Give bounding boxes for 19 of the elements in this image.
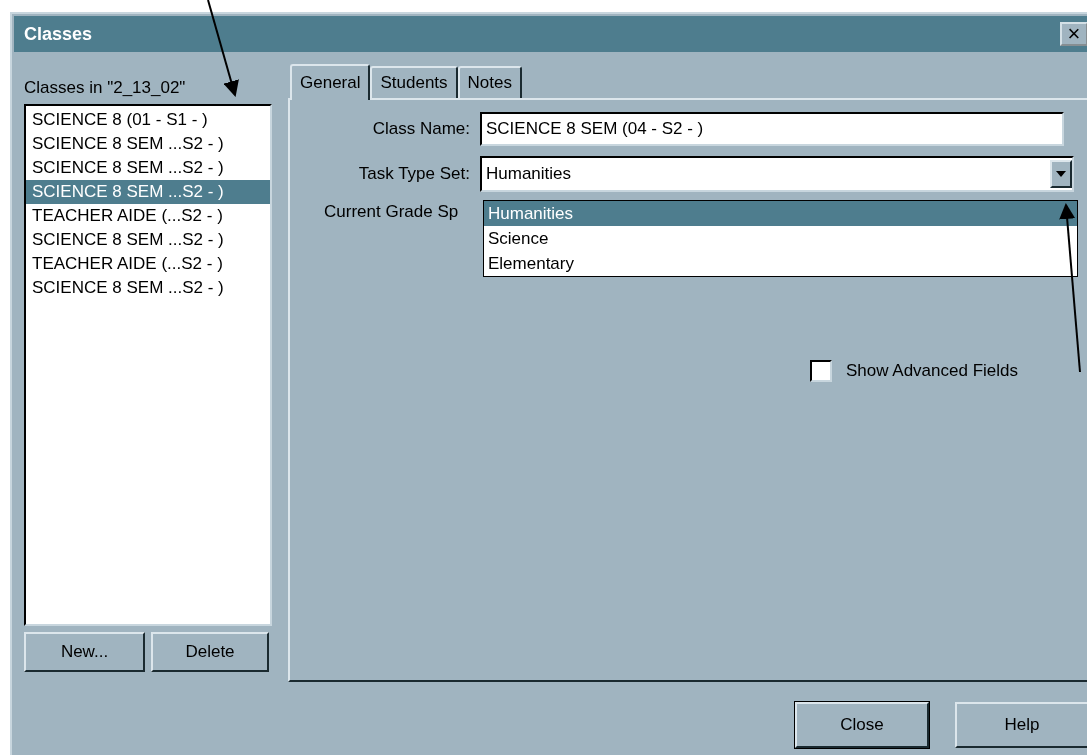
- list-label: Classes in "2_13_02": [24, 77, 187, 99]
- tab[interactable]: General: [290, 64, 371, 100]
- dropdown-option[interactable]: Humanities: [484, 201, 1077, 226]
- checkbox[interactable]: [810, 360, 832, 382]
- close-button[interactable]: ×: [1060, 22, 1087, 46]
- field-label: Current Grade Sp: [324, 202, 459, 222]
- checkbox-label: Show Advanced Fields: [846, 361, 1018, 381]
- tab[interactable]: Notes: [457, 66, 522, 98]
- new-button[interactable]: New...: [24, 632, 145, 672]
- field-label: Task Type Set:: [357, 164, 470, 184]
- window-title: Classes: [24, 23, 93, 45]
- field-label: Class Name:: [371, 119, 470, 139]
- delete-button[interactable]: Delete: [151, 632, 269, 672]
- list-item[interactable]: SCIENCE 8 SEM ...S2 - ): [26, 180, 270, 204]
- help-button[interactable]: Help: [955, 702, 1087, 748]
- class-name-field[interactable]: SCIENCE 8 SEM (04 - S2 - ): [480, 112, 1064, 146]
- task-type-dropdown[interactable]: Humanities: [480, 156, 1074, 192]
- close-dialog-button[interactable]: Close: [795, 702, 929, 748]
- tab[interactable]: Students: [370, 66, 458, 98]
